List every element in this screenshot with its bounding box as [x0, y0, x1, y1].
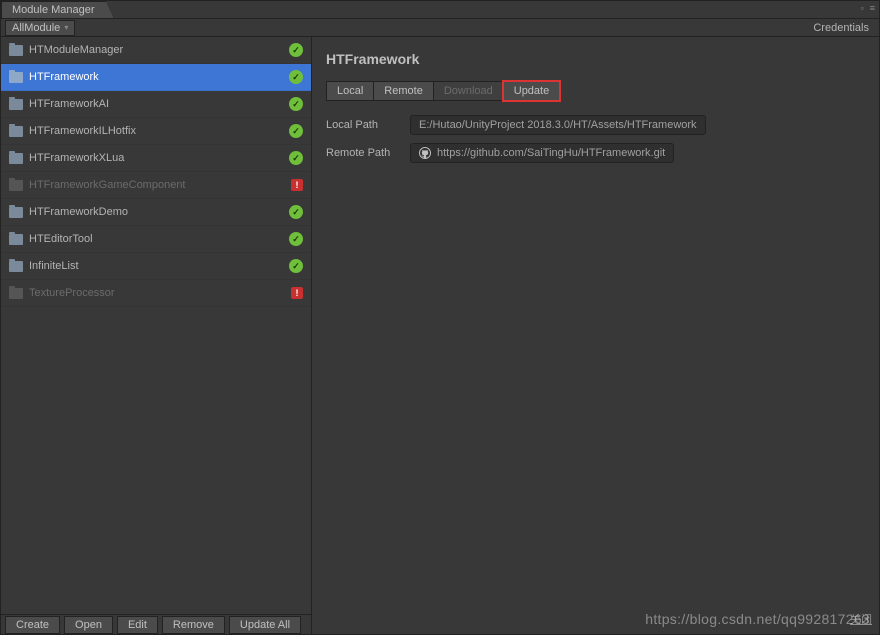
module-item[interactable]: InfiniteList [1, 253, 311, 280]
titlebar: Module Manager ▫ ≡ [1, 1, 879, 19]
maximize-icon[interactable]: ≡ [870, 3, 875, 13]
update-all-button[interactable]: Update All [229, 616, 301, 634]
remove-button[interactable]: Remove [162, 616, 225, 634]
detail-panel: HTFramework Local Remote Download Update… [312, 37, 879, 634]
dock-icon[interactable]: ▫ [861, 3, 864, 13]
module-item[interactable]: TextureProcessor [1, 280, 311, 307]
folder-icon [9, 207, 23, 218]
module-filter-dropdown[interactable]: AllModule [5, 20, 75, 36]
module-name: TextureProcessor [29, 287, 285, 299]
credentials-link[interactable]: Credentials [813, 22, 875, 34]
window-controls: ▫ ≡ [861, 3, 875, 13]
local-path-row: Local Path E:/Hutao/UnityProject 2018.3.… [326, 115, 865, 135]
local-path-label: Local Path [326, 119, 400, 131]
tab-remote[interactable]: Remote [373, 81, 434, 101]
module-item[interactable]: HTFrameworkGameComponent [1, 172, 311, 199]
module-list: HTModuleManager HTFramework HTFrameworkAI H… [1, 37, 311, 614]
tab-download[interactable]: Download [433, 81, 504, 101]
folder-icon [9, 45, 23, 56]
status-ok-icon [289, 232, 303, 246]
remote-path-value[interactable]: https://github.com/SaiTingHu/HTFramework… [410, 143, 674, 163]
detail-tabs: Local Remote Download Update [326, 81, 865, 101]
folder-icon [9, 180, 23, 191]
module-name: HTFrameworkDemo [29, 206, 283, 218]
module-item[interactable]: HTFrameworkAI [1, 91, 311, 118]
folder-icon [9, 288, 23, 299]
status-ok-icon [289, 151, 303, 165]
edit-button[interactable]: Edit [117, 616, 158, 634]
create-button[interactable]: Create [5, 616, 60, 634]
module-name: HTFrameworkXLua [29, 152, 283, 164]
folder-icon [9, 153, 23, 164]
folder-icon [9, 99, 23, 110]
module-name: InfiniteList [29, 260, 283, 272]
toolbar: AllModule Credentials [1, 19, 879, 37]
module-item[interactable]: HTEditorTool [1, 226, 311, 253]
folder-icon [9, 126, 23, 137]
status-error-icon [291, 287, 303, 299]
module-item[interactable]: HTFrameworkILHotfix [1, 118, 311, 145]
remote-path-row: Remote Path https://github.com/SaiTingHu… [326, 143, 865, 163]
local-path-value[interactable]: E:/Hutao/UnityProject 2018.3.0/HT/Assets… [410, 115, 706, 135]
module-name: HTFrameworkGameComponent [29, 179, 285, 191]
module-name: HTEditorTool [29, 233, 283, 245]
tab-local[interactable]: Local [326, 81, 374, 101]
module-item[interactable]: HTFramework [1, 64, 311, 91]
module-name: HTModuleManager [29, 44, 283, 56]
folder-icon [9, 261, 23, 272]
module-name: HTFramework [29, 71, 283, 83]
module-item[interactable]: HTFrameworkXLua [1, 145, 311, 172]
status-ok-icon [289, 70, 303, 84]
status-ok-icon [289, 205, 303, 219]
github-icon [419, 147, 431, 159]
module-item[interactable]: HTModuleManager [1, 37, 311, 64]
close-link[interactable]: 关闭 [850, 611, 872, 627]
module-name: HTFrameworkAI [29, 98, 283, 110]
window-tab[interactable]: Module Manager [1, 1, 114, 18]
detail-title: HTFramework [326, 51, 865, 67]
status-ok-icon [289, 259, 303, 273]
open-button[interactable]: Open [64, 616, 113, 634]
status-ok-icon [289, 43, 303, 57]
folder-icon [9, 234, 23, 245]
status-error-icon [291, 179, 303, 191]
status-ok-icon [289, 124, 303, 138]
module-item[interactable]: HTFrameworkDemo [1, 199, 311, 226]
sidebar: HTModuleManager HTFramework HTFrameworkAI H… [1, 37, 312, 634]
module-name: HTFrameworkILHotfix [29, 125, 283, 137]
folder-icon [9, 72, 23, 83]
status-ok-icon [289, 97, 303, 111]
remote-path-label: Remote Path [326, 147, 400, 159]
tab-update[interactable]: Update [503, 81, 560, 101]
sidebar-bottom-bar: Create Open Edit Remove Update All [1, 614, 311, 634]
